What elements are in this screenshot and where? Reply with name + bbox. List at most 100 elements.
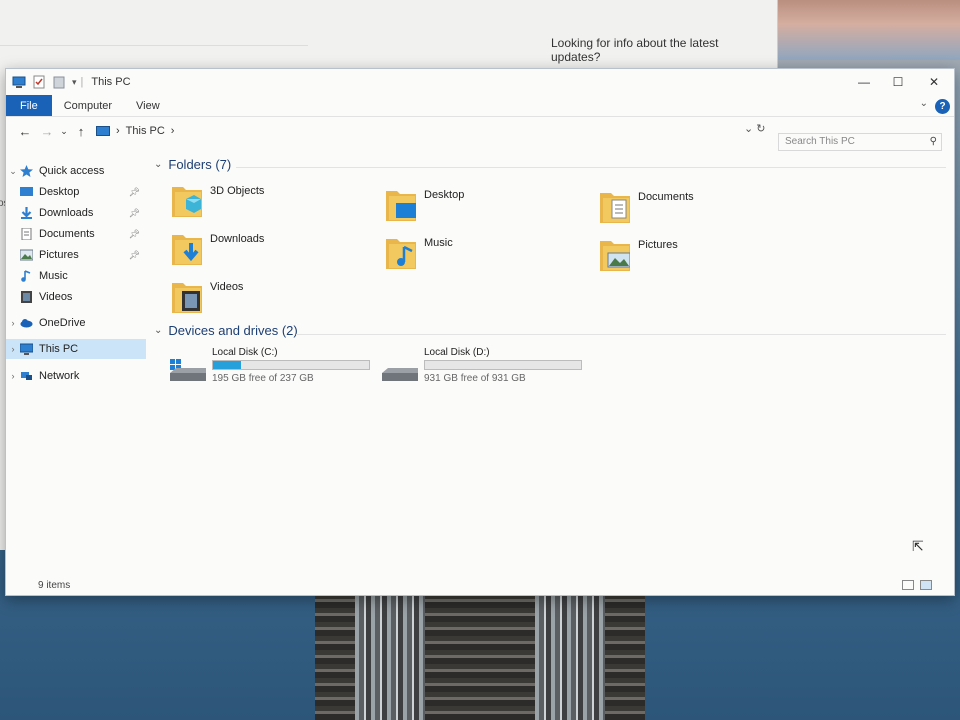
drive-label: Local Disk (C:) bbox=[212, 347, 278, 358]
recent-locations-chevron-icon[interactable]: ⌄ bbox=[58, 126, 70, 137]
expand-chevron-icon[interactable]: › bbox=[6, 344, 20, 354]
videos-folder-icon bbox=[172, 277, 202, 315]
downloads-folder-icon bbox=[172, 229, 202, 267]
pin-icon[interactable]: 📌︎ bbox=[129, 208, 140, 219]
expand-chevron-icon[interactable]: › bbox=[6, 371, 20, 381]
address-separator-icon[interactable]: › bbox=[116, 125, 120, 137]
downloads-icon bbox=[20, 207, 33, 219]
expand-chevron-icon[interactable]: ⌄ bbox=[6, 166, 20, 177]
navigation-pane: ⌄ Quick access Desktop 📌︎ Downloads 📌︎ D… bbox=[6, 161, 156, 581]
search-placeholder: Search This PC bbox=[785, 136, 855, 147]
pin-icon[interactable]: 📌︎ bbox=[129, 250, 140, 261]
sidebar-item-documents[interactable]: Documents 📌︎ bbox=[6, 224, 146, 244]
search-icon[interactable]: ⚲ bbox=[930, 136, 937, 147]
sidebar-item-network[interactable]: › Network bbox=[6, 366, 146, 386]
folder-label: Videos bbox=[210, 281, 244, 293]
windows-drive-icon bbox=[170, 359, 206, 381]
star-icon bbox=[20, 165, 33, 177]
folder-label: Downloads bbox=[210, 233, 265, 245]
mouse-cursor-icon: ⇱ bbox=[912, 538, 924, 554]
folder-3d-objects[interactable]: 3D Objects bbox=[172, 181, 372, 225]
folder-videos[interactable]: Videos bbox=[172, 277, 372, 321]
back-arrow-icon[interactable]: ← bbox=[14, 124, 36, 139]
pin-icon[interactable]: 📌︎ bbox=[129, 229, 140, 240]
group-divider bbox=[296, 334, 946, 335]
folder-music[interactable]: Music bbox=[386, 233, 586, 277]
sidebar-item-label: Network bbox=[39, 370, 80, 382]
desktop-wallpaper-pier bbox=[315, 595, 645, 720]
drives-group-title: Devices and drives (2) bbox=[168, 323, 298, 338]
title-bar[interactable]: ▾ | This PC — ☐ ✕ bbox=[6, 69, 954, 95]
folder-pictures[interactable]: Pictures bbox=[600, 235, 800, 279]
sidebar-item-label: OneDrive bbox=[39, 317, 86, 329]
drive-usage-bar bbox=[212, 360, 370, 370]
documents-icon bbox=[20, 227, 33, 241]
sidebar-item-quick-access[interactable]: ⌄ Quick access bbox=[6, 161, 146, 181]
documents-folder-icon bbox=[600, 187, 630, 225]
this-pc-icon bbox=[19, 343, 34, 355]
search-input[interactable]: Search This PC ⚲ bbox=[778, 133, 942, 151]
sidebar-item-this-pc[interactable]: › This PC bbox=[6, 339, 146, 359]
onedrive-icon bbox=[20, 317, 33, 329]
quick-access-toolbar-dropdown-icon[interactable]: ▾ bbox=[72, 77, 77, 88]
drives-group-header[interactable]: ⌄ Devices and drives (2) bbox=[154, 323, 298, 338]
content-pane: ⌄ Folders (7) 3D Objects Desktop Documen… bbox=[146, 153, 954, 575]
pictures-folder-icon bbox=[600, 235, 631, 273]
expand-chevron-icon[interactable]: › bbox=[6, 318, 20, 328]
sidebar-item-downloads[interactable]: Downloads 📌︎ bbox=[6, 203, 146, 223]
folder-label: Documents bbox=[638, 191, 694, 203]
pin-icon[interactable]: 📌︎ bbox=[129, 187, 140, 198]
tab-view[interactable]: View bbox=[124, 95, 172, 116]
sidebar-item-videos[interactable]: Videos bbox=[6, 287, 146, 307]
address-bar[interactable]: › This PC › bbox=[96, 121, 776, 141]
collapse-chevron-icon[interactable]: ⌄ bbox=[154, 325, 162, 336]
drive-usage-fill bbox=[213, 361, 242, 369]
maximize-button[interactable]: ☐ bbox=[888, 75, 908, 89]
desktop-folder-icon bbox=[386, 185, 416, 223]
file-explorer-window[interactable]: ▾ | This PC — ☐ ✕ File Computer View ⌄ ?… bbox=[5, 68, 955, 596]
this-pc-address-icon bbox=[96, 126, 110, 136]
address-path-this-pc[interactable]: This PC bbox=[126, 125, 165, 137]
tab-file[interactable]: File bbox=[6, 95, 52, 116]
drive-free-space: 931 GB free of 931 GB bbox=[424, 373, 526, 384]
sidebar-item-label: This PC bbox=[39, 343, 79, 355]
address-path-chevron-icon[interactable]: › bbox=[171, 125, 175, 137]
drive-local-disk-c[interactable]: Local Disk (C:) 195 GB free of 237 GB bbox=[170, 347, 380, 387]
drive-usage-bar bbox=[424, 360, 582, 370]
folder-label: 3D Objects bbox=[210, 185, 265, 197]
drive-label: Local Disk (D:) bbox=[424, 347, 490, 358]
address-dropdown-refresh-icon[interactable]: ⌄ ↻ bbox=[744, 122, 766, 135]
desktop-wallpaper-sky bbox=[770, 0, 960, 60]
new-folder-icon[interactable] bbox=[52, 75, 66, 89]
drive-free-space: 195 GB free of 237 GB bbox=[212, 373, 314, 384]
sidebar-item-desktop[interactable]: Desktop 📌︎ bbox=[6, 182, 146, 202]
details-view-icon[interactable] bbox=[902, 580, 914, 590]
folder-label: Desktop bbox=[424, 189, 465, 201]
background-divider bbox=[0, 45, 308, 46]
sidebar-item-label: Desktop bbox=[39, 186, 80, 198]
up-arrow-icon[interactable]: ↑ bbox=[70, 124, 92, 139]
minimize-button[interactable]: — bbox=[854, 75, 874, 89]
folders-group-title: Folders (7) bbox=[168, 157, 232, 172]
folder-desktop[interactable]: Desktop bbox=[386, 185, 586, 229]
hard-drive-icon bbox=[382, 359, 418, 381]
sidebar-item-music[interactable]: Music bbox=[6, 266, 146, 286]
tab-computer[interactable]: Computer bbox=[52, 95, 124, 116]
properties-icon[interactable] bbox=[32, 75, 46, 89]
sidebar-item-pictures[interactable]: Pictures 📌︎ bbox=[6, 245, 146, 265]
sidebar-item-label: Quick access bbox=[39, 165, 105, 177]
folders-group-header[interactable]: ⌄ Folders (7) bbox=[154, 157, 231, 172]
collapse-chevron-icon[interactable]: ⌄ bbox=[154, 159, 162, 170]
close-button[interactable]: ✕ bbox=[924, 75, 944, 89]
help-icon[interactable]: ? bbox=[935, 99, 950, 114]
sidebar-item-label: Videos bbox=[39, 291, 73, 303]
large-icons-view-icon[interactable] bbox=[920, 580, 932, 590]
folder-downloads[interactable]: Downloads bbox=[172, 229, 372, 273]
sidebar-item-onedrive[interactable]: › OneDrive bbox=[6, 313, 146, 333]
drive-local-disk-d[interactable]: Local Disk (D:) 931 GB free of 931 GB bbox=[382, 347, 592, 387]
forward-arrow-icon[interactable]: → bbox=[36, 124, 58, 139]
folder-documents[interactable]: Documents bbox=[600, 187, 800, 231]
expand-ribbon-chevron-icon[interactable]: ⌄ bbox=[920, 98, 928, 109]
sidebar-item-label: Downloads bbox=[39, 207, 94, 219]
group-divider bbox=[236, 167, 946, 168]
